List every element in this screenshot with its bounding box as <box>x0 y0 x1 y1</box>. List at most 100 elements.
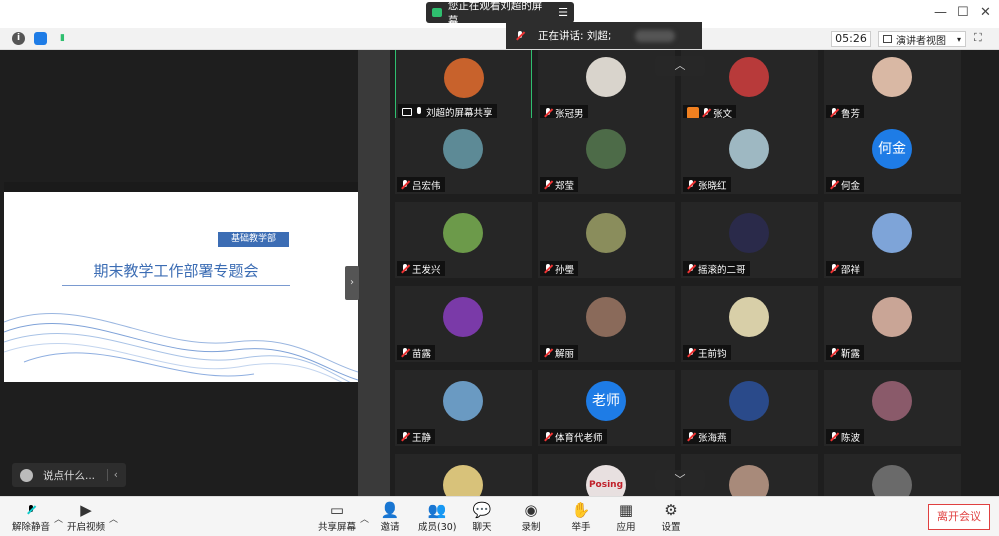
participant-tile[interactable]: 鲁芳 <box>824 50 961 122</box>
participant-label: 郑莹 <box>540 177 579 192</box>
grid-view-icon <box>883 35 892 43</box>
settings-button[interactable]: ⚙ 设置 <box>661 501 681 535</box>
menu-icon[interactable]: ☰ <box>558 6 568 19</box>
scroll-down-button[interactable]: ﹀ <box>655 470 705 490</box>
avatar <box>872 57 912 97</box>
participant-tile[interactable]: 王静 <box>395 370 532 446</box>
participant-label: 靳露 <box>826 345 865 360</box>
start-video-button[interactable]: ▶ 开启视频 <box>67 501 105 535</box>
scroll-up-button[interactable]: ︿ <box>655 56 705 76</box>
shield-icon[interactable] <box>34 32 47 45</box>
participant-tile[interactable]: 王前钧 <box>681 286 818 362</box>
share-options-caret[interactable]: ︿ <box>360 512 369 525</box>
participant-name: 体育代老师 <box>555 432 603 444</box>
mic-off-icon <box>687 347 695 358</box>
info-icon[interactable]: i <box>12 32 25 45</box>
fullscreen-icon[interactable]: ⛶ <box>974 31 990 47</box>
participant-tile[interactable]: 王发兴 <box>395 202 532 278</box>
emoji-icon[interactable] <box>20 468 33 482</box>
view-mode-select[interactable]: 演讲者视图 ▾ <box>878 31 966 47</box>
participant-name: 苗露 <box>412 348 432 360</box>
settings-label: 设置 <box>661 522 681 533</box>
record-icon: ◉ <box>524 501 538 519</box>
meeting-timer: 05:26 <box>831 31 871 47</box>
unmute-button[interactable]: 解除静音 <box>12 501 50 535</box>
participant-tile[interactable]: 靳露 <box>824 286 961 362</box>
chat-label: 聊天 <box>472 522 492 533</box>
mic-off-icon <box>687 431 695 442</box>
participant-name: 张晓红 <box>698 180 727 192</box>
mic-off-icon <box>401 347 409 358</box>
slide-title: 期末教学工作部署专题会 <box>62 260 290 286</box>
members-icon: 👥 <box>427 501 447 519</box>
participant-name: 何金 <box>841 180 861 192</box>
record-label: 录制 <box>521 522 541 533</box>
participant-label: 张晓红 <box>683 177 731 192</box>
participant-label: 王静 <box>397 429 436 444</box>
mic-off-icon <box>401 263 409 274</box>
avatar <box>729 465 769 496</box>
avatar <box>443 129 483 169</box>
participant-tile[interactable] <box>824 454 961 496</box>
participant-name: 邵祥 <box>841 264 861 276</box>
participant-tile[interactable]: 刘超的屏幕共享 <box>395 50 532 122</box>
mic-off-icon <box>544 347 552 358</box>
meeting-toolbar: 解除静音 ︿ ▶ 开启视频 ︿ ▭ 共享屏幕 ︿ 👤 邀请 👥 成员(30) 💬… <box>0 496 999 536</box>
participant-tile[interactable]: 解丽 <box>538 286 675 362</box>
leave-meeting-button[interactable]: 离开会议 <box>928 504 990 530</box>
record-button[interactable]: ◉ 录制 <box>521 501 541 535</box>
participant-label: 何金 <box>826 177 865 192</box>
panel-divider <box>358 50 390 496</box>
audio-options-caret[interactable]: ︿ <box>54 512 63 525</box>
participant-tile[interactable] <box>395 454 532 496</box>
speaking-label: 正在讲话: 刘超; <box>538 30 612 42</box>
close-button[interactable]: ✕ <box>980 6 991 19</box>
participant-name: 郑莹 <box>555 180 575 192</box>
avatar <box>872 381 912 421</box>
mic-off-icon <box>544 179 552 190</box>
share-screen-button[interactable]: ▭ 共享屏幕 <box>318 501 356 535</box>
participant-tile[interactable]: 吕宏伟 <box>395 118 532 194</box>
video-off-icon: ▶ <box>80 501 92 519</box>
participant-grid: 刘超的屏幕共享 张冠男 张文 鲁芳 吕宏伟 郑莹 张晓红 何金 何金 王发兴 孙璺 摇滚的二哥 邵祥 苗露… <box>390 50 999 496</box>
avatar <box>729 57 769 97</box>
chat-icon: 💬 <box>472 501 492 519</box>
participant-tile[interactable]: 陈波 <box>824 370 961 446</box>
viewing-banner[interactable]: 您正在观看刘超的屏幕 ☰ <box>426 0 574 27</box>
participant-tile[interactable]: 张晓红 <box>681 118 818 194</box>
collapse-panel-button[interactable]: › <box>345 266 359 300</box>
chevron-left-icon[interactable]: ‹ <box>106 469 118 481</box>
avatar <box>586 129 626 169</box>
chat-button[interactable]: 💬 聊天 <box>472 501 492 535</box>
invite-button[interactable]: 👤 邀请 <box>380 501 400 535</box>
participant-tile[interactable]: 老师 体育代老师 <box>538 370 675 446</box>
participant-tile[interactable]: 张海燕 <box>681 370 818 446</box>
raise-hand-button[interactable]: ✋ 举手 <box>571 501 591 535</box>
minimize-button[interactable]: — <box>934 6 947 19</box>
chat-input[interactable]: 说点什么... ‹ <box>12 463 126 487</box>
mic-off-icon <box>544 431 552 442</box>
participant-tile[interactable]: 何金 何金 <box>824 118 961 194</box>
apps-button[interactable]: ▦ 应用 <box>616 501 636 535</box>
mic-off-icon <box>544 263 552 274</box>
participant-name: 张海燕 <box>698 432 727 444</box>
participant-tile[interactable]: 邵祥 <box>824 202 961 278</box>
avatar <box>586 57 626 97</box>
participant-tile[interactable]: 郑莹 <box>538 118 675 194</box>
chevron-down-icon: ▾ <box>956 34 961 44</box>
user-icon <box>687 106 699 119</box>
signal-icon[interactable]: ▮ <box>56 32 69 45</box>
participant-tile[interactable]: 摇滚的二哥 <box>681 202 818 278</box>
mic-off-icon <box>830 431 838 442</box>
members-button[interactable]: 👥 成员(30) <box>418 501 457 535</box>
participant-name: 孙璺 <box>555 264 575 276</box>
participant-tile[interactable]: 孙璺 <box>538 202 675 278</box>
camera-icon <box>432 8 442 17</box>
participant-name: 王静 <box>412 432 432 444</box>
video-options-caret[interactable]: ︿ <box>109 512 118 525</box>
participant-name: 吕宏伟 <box>412 180 441 192</box>
raise-hand-label: 举手 <box>571 522 591 533</box>
maximize-button[interactable]: ☐ <box>957 6 969 19</box>
participant-tile[interactable]: 苗露 <box>395 286 532 362</box>
mic-icon <box>516 30 524 41</box>
